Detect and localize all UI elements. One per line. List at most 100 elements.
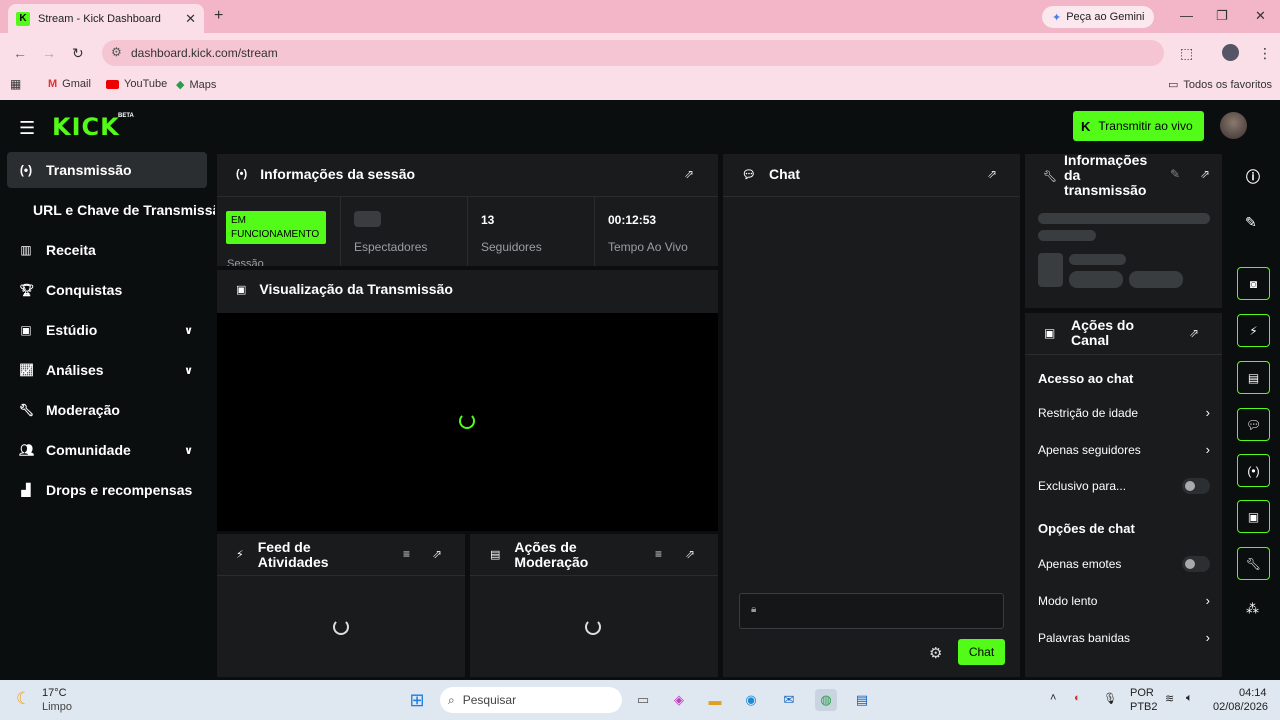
sidebar-item-estudio[interactable]: ▣ Estúdio ∨: [7, 312, 207, 348]
kick-logo[interactable]: KICK: [52, 113, 120, 141]
sidebar-item-conquistas[interactable]: 🏆︎ Conquistas: [7, 272, 207, 308]
file-explorer-icon[interactable]: ▬: [704, 689, 726, 711]
sidebar-item-analises[interactable]: 📈︎ Análises ∨: [7, 352, 207, 388]
bookmark-gmail[interactable]: M Gmail: [48, 78, 91, 90]
sidebar-item-label: Moderação: [46, 402, 120, 418]
site-info-icon[interactable]: ⚙: [111, 45, 122, 59]
age-restriction-row[interactable]: Restrição de idade ›: [1038, 405, 1210, 420]
taskbar-search[interactable]: ⌕ Pesquisar: [440, 687, 622, 713]
bookmark-label: YouTube: [124, 78, 168, 90]
close-tab-icon[interactable]: ✕: [185, 11, 196, 27]
channel-icon: ▣: [1044, 326, 1056, 340]
popout-icon[interactable]: ⇗: [987, 167, 997, 181]
bookmark-maps[interactable]: ◆ Maps: [176, 78, 216, 92]
popout-icon[interactable]: ⇗: [684, 167, 694, 181]
back-icon[interactable]: ←: [13, 45, 27, 61]
rail-tools-button[interactable]: 🔧︎: [1237, 547, 1270, 580]
panel-title: Ações de Moderação: [514, 539, 589, 570]
popout-icon[interactable]: ⇗: [1200, 167, 1210, 181]
rail-chat-button[interactable]: 💬︎: [1237, 408, 1270, 441]
sidebar-item-label: Drops e recompensas: [46, 482, 193, 498]
sidebar-item-comunidade[interactable]: 👥︎ Comunidade ∨: [7, 432, 207, 468]
chat-send-button[interactable]: Chat: [958, 639, 1005, 665]
task-view-icon[interactable]: ▭: [632, 689, 654, 711]
exclusive-toggle[interactable]: [1182, 478, 1210, 494]
loading-skeleton: [1038, 253, 1063, 287]
rail-mod-log-button[interactable]: ▤: [1237, 361, 1270, 394]
popout-icon[interactable]: ⇗: [432, 547, 442, 561]
popout-icon[interactable]: ⇗: [1189, 326, 1199, 340]
slow-mode-row[interactable]: Modo lento ›: [1038, 593, 1210, 608]
status-badge: EM FUNCIONAMENTO: [226, 211, 326, 244]
chat-bubble-icon: 💬︎: [742, 168, 756, 181]
rail-channel-button[interactable]: ▣: [1237, 500, 1270, 533]
go-live-button[interactable]: K Transmitir ao vivo: [1073, 111, 1204, 141]
outlook-icon[interactable]: ✉: [778, 689, 800, 711]
sidebar-item-receita[interactable]: ▥ Receita: [7, 232, 207, 268]
section-heading: Acesso ao chat: [1038, 371, 1134, 386]
chevron-down-icon[interactable]: ∨: [184, 364, 193, 377]
divider: [217, 575, 465, 576]
minimize-icon[interactable]: —: [1180, 8, 1193, 23]
restore-icon[interactable]: ❐: [1216, 8, 1228, 24]
banned-words-row[interactable]: Palavras banidas ›: [1038, 630, 1210, 645]
all-favorites[interactable]: ▭ Todos os favoritos: [1168, 78, 1272, 92]
language-indicator[interactable]: POR: [1130, 687, 1154, 699]
chat-input[interactable]: 🔒︎: [739, 593, 1004, 629]
defender-icon[interactable]: ◐: [1074, 692, 1081, 704]
filter-icon[interactable]: ≡: [655, 547, 662, 561]
sidebar-item-moderacao[interactable]: 🔧︎ Moderação: [7, 392, 207, 428]
browser-tab[interactable]: K Stream - Kick Dashboard ✕: [8, 4, 204, 33]
weather-condition: Limpo: [42, 701, 72, 713]
sidebar-item-url-key[interactable]: URL e Chave de Transmissão: [7, 192, 215, 228]
emotes-only-toggle[interactable]: [1182, 556, 1210, 572]
hamburger-menu-icon[interactable]: ☰: [19, 118, 35, 139]
panel-title: Informações da sessão: [260, 166, 416, 182]
tab-title: Stream - Kick Dashboard: [38, 12, 161, 25]
sidebar-item-transmissao[interactable]: (•) Transmissão: [7, 152, 207, 188]
rail-broadcast-button[interactable]: (•): [1237, 454, 1270, 487]
mod-actions-header: ▤ Ações de Moderação: [490, 540, 610, 570]
new-tab-button[interactable]: +: [214, 7, 223, 25]
chat-settings-gear-icon[interactable]: ⚙: [929, 644, 942, 662]
store-icon[interactable]: ▤: [851, 689, 873, 711]
forward-icon[interactable]: →: [42, 45, 56, 61]
info-icon[interactable]: ⓘ: [1246, 167, 1260, 187]
rail-activity-button[interactable]: ⚡︎: [1237, 314, 1270, 347]
wifi-icon[interactable]: ≋: [1165, 692, 1174, 705]
sidebar-item-drops[interactable]: ▟ Drops e recompensas: [7, 472, 207, 508]
volume-icon[interactable]: 🔈︎: [1186, 692, 1193, 705]
bookmark-youtube[interactable]: YouTube: [106, 78, 167, 90]
wrench-icon: 🔧︎: [1245, 556, 1262, 571]
apps-grid-icon[interactable]: ▦: [10, 77, 21, 91]
copilot-icon[interactable]: ◈: [668, 689, 690, 711]
show-hidden-icons-chevron-icon[interactable]: ˄: [1050, 692, 1056, 704]
microphone-icon[interactable]: 🎙︎: [1103, 692, 1117, 705]
lightning-icon: ⚡︎: [236, 548, 244, 561]
gemini-button[interactable]: ✦ Peça ao Gemini: [1042, 6, 1155, 28]
edit-pencil-icon[interactable]: ✎: [1245, 214, 1257, 231]
menu-dots-icon[interactable]: ⋮: [1258, 45, 1272, 62]
popout-icon[interactable]: ⇗: [685, 547, 695, 561]
followers-value: 13: [481, 213, 495, 227]
edit-pencil-icon[interactable]: ✎: [1170, 167, 1180, 181]
community-icon[interactable]: ⁂: [1246, 601, 1259, 617]
preview-header: ▣ Visualização da Transmissão: [236, 281, 453, 297]
edge-icon[interactable]: ◉: [740, 689, 762, 711]
followers-only-row[interactable]: Apenas seguidores ›: [1038, 442, 1210, 457]
chevron-down-icon[interactable]: ∨: [184, 444, 193, 457]
clock-time[interactable]: 04:14: [1239, 687, 1267, 699]
chevron-down-icon[interactable]: ∨: [184, 324, 193, 337]
window-close-icon[interactable]: ✕: [1255, 8, 1266, 24]
filter-icon[interactable]: ≡: [403, 547, 410, 561]
viewers-cell: [341, 197, 468, 266]
windows-start-icon[interactable]: ⊞: [406, 689, 428, 711]
user-avatar[interactable]: [1220, 112, 1247, 139]
rail-camera-button[interactable]: ◙: [1237, 267, 1270, 300]
chrome-icon[interactable]: ◍: [815, 689, 837, 711]
reload-icon[interactable]: ↻: [72, 45, 84, 62]
url-field[interactable]: ⚙ dashboard.kick.com/stream: [102, 40, 1164, 66]
loading-skeleton: [1129, 271, 1183, 288]
profile-avatar[interactable]: [1222, 44, 1239, 61]
extensions-icon[interactable]: ⬚: [1180, 45, 1193, 62]
